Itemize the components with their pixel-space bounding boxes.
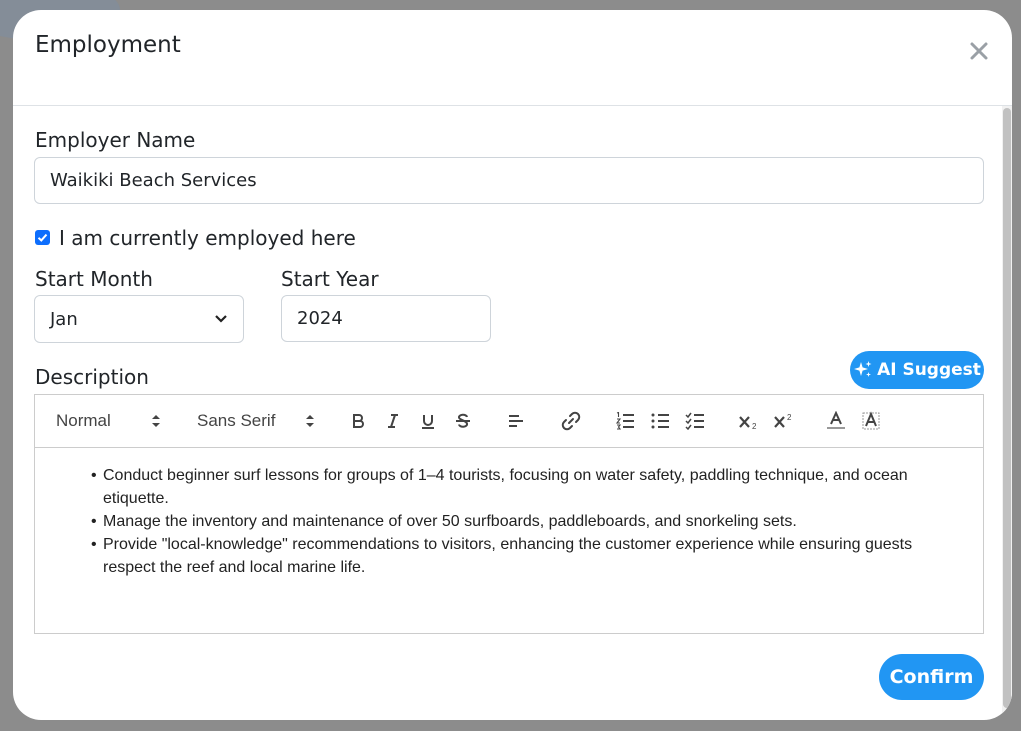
start-year-label: Start Year (281, 267, 379, 291)
svg-text:2: 2 (752, 422, 757, 430)
picker-arrows-icon (306, 415, 314, 427)
bullet-list-icon (651, 413, 669, 429)
superscript-button[interactable]: 2 (773, 395, 795, 447)
strike-button[interactable] (454, 395, 472, 447)
align-button[interactable] (507, 395, 525, 447)
start-year-input[interactable] (281, 295, 491, 342)
picker-arrows-icon (152, 415, 160, 427)
start-month-label: Start Month (35, 267, 153, 291)
start-month-value: Jan (50, 308, 78, 330)
link-button[interactable] (561, 395, 581, 447)
editor-content[interactable]: Conduct beginner surf lessons for groups… (35, 448, 983, 579)
italic-button[interactable] (384, 395, 402, 447)
subscript-icon: 2 (739, 416, 757, 430)
bold-button[interactable] (349, 395, 367, 447)
list-item: Conduct beginner surf lessons for groups… (83, 464, 963, 510)
start-month-select[interactable]: Jan (34, 295, 244, 343)
align-left-icon (509, 415, 523, 427)
svg-text:2: 2 (787, 413, 792, 422)
currently-employed-checkbox[interactable] (35, 230, 50, 245)
font-picker[interactable]: Sans Serif (197, 395, 315, 447)
sparkle-icon (854, 361, 872, 377)
strikethrough-icon (456, 413, 470, 428)
list-item: Provide "local-knowledge" recommendation… (83, 533, 963, 579)
text-color-icon (827, 411, 845, 429)
font-picker-value: Sans Serif (197, 411, 276, 430)
list-item: Manage the inventory and maintenance of … (83, 510, 963, 533)
chevron-down-icon (215, 315, 227, 323)
bullet-list-button[interactable] (650, 395, 670, 447)
description-editor: Normal Sans Serif 2 2 • Conduct beginner… (34, 394, 984, 634)
scrollbar-thumb[interactable] (1003, 108, 1011, 708)
heading-picker-value: Normal (56, 411, 111, 430)
ai-suggest-button[interactable]: AI Suggest (850, 351, 984, 389)
subscript-button[interactable]: 2 (738, 395, 760, 447)
ai-suggest-label: AI Suggest (877, 360, 981, 380)
heading-picker[interactable]: Normal (56, 395, 161, 447)
description-bullet-list: Conduct beginner surf lessons for groups… (83, 464, 963, 579)
ordered-list-icon (615, 412, 634, 430)
modal-header: Employment (13, 10, 1012, 106)
employment-modal: Employment Employer Name I am currently … (13, 10, 1012, 720)
modal-title: Employment (35, 32, 181, 58)
ordered-list-button[interactable] (615, 395, 635, 447)
editor-toolbar: Normal Sans Serif 2 2 (35, 395, 983, 448)
text-color-button[interactable] (826, 395, 846, 447)
superscript-icon: 2 (774, 413, 792, 428)
background-color-button[interactable] (861, 395, 881, 447)
underline-button[interactable] (419, 395, 437, 447)
background-color-icon (862, 411, 880, 430)
employer-name-label: Employer Name (35, 128, 196, 152)
employer-name-input[interactable] (34, 157, 984, 204)
confirm-button[interactable]: Confirm (879, 654, 984, 700)
checkmark-icon (37, 233, 48, 242)
italic-icon (388, 414, 398, 428)
description-label: Description (35, 365, 149, 389)
link-icon (561, 411, 581, 431)
currently-employed-label: I am currently employed here (59, 226, 356, 250)
bold-icon (353, 414, 364, 428)
underline-icon (422, 415, 434, 429)
close-icon[interactable] (964, 36, 994, 66)
checklist-button[interactable] (685, 395, 705, 447)
checklist-icon (685, 412, 704, 430)
